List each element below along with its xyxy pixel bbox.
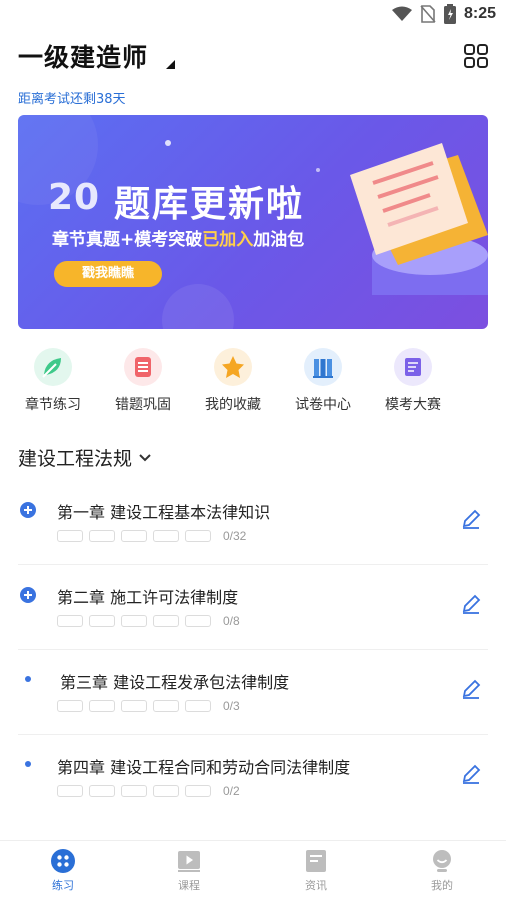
chapter-count: 0/2 bbox=[223, 784, 240, 798]
subject-selector[interactable]: 建设工程法规 bbox=[18, 444, 152, 471]
banner-subtitle-part1: 章节真题+模考突破 bbox=[52, 230, 203, 250]
progress-segment bbox=[185, 615, 211, 627]
chapter-title: 第二章 施工许可法律制度 bbox=[57, 588, 239, 607]
progress-segment bbox=[57, 785, 83, 797]
pencil-icon[interactable] bbox=[460, 593, 482, 615]
progress-segment bbox=[89, 615, 115, 627]
quick-menu-label: 错题巩固 bbox=[115, 397, 171, 413]
subject-label: 建设工程法规 bbox=[18, 448, 133, 470]
news-icon bbox=[304, 849, 328, 873]
chapter-progress: 0/3 bbox=[57, 699, 240, 713]
list-stack-icon bbox=[124, 348, 162, 386]
chapter-row[interactable]: 第三章 建设工程发承包法律制度 0/3 bbox=[18, 650, 488, 735]
quick-menu-paper-center[interactable]: 试卷中心 bbox=[283, 346, 363, 414]
quick-menu-favorites[interactable]: 我的收藏 bbox=[193, 346, 273, 414]
exam-countdown: 距离考试还剩38天 bbox=[18, 92, 126, 107]
quick-menu-label: 章节练习 bbox=[25, 397, 81, 413]
status-icons: 8:25 bbox=[391, 4, 496, 24]
progress-segment bbox=[57, 615, 83, 627]
chapter-progress: 0/32 bbox=[57, 529, 246, 543]
profile-icon bbox=[430, 849, 454, 873]
chapter-progress: 0/2 bbox=[57, 784, 240, 798]
play-icon bbox=[177, 849, 201, 873]
quick-menu-label: 试卷中心 bbox=[295, 397, 351, 413]
pencil-icon[interactable] bbox=[460, 763, 482, 785]
progress-segment bbox=[121, 530, 147, 542]
pencil-icon[interactable] bbox=[460, 678, 482, 700]
wifi-icon bbox=[391, 6, 412, 21]
nav-label: 资讯 bbox=[305, 879, 327, 892]
banner-subtitle-part2: 加油包 bbox=[253, 230, 305, 250]
chevron-down-icon bbox=[139, 453, 151, 461]
nav-tab-courses[interactable]: 课程 bbox=[149, 849, 229, 893]
progress-segment bbox=[89, 700, 115, 712]
progress-segment bbox=[153, 700, 179, 712]
progress-segment bbox=[185, 785, 211, 797]
chapter-count: 0/3 bbox=[223, 699, 240, 713]
progress-segment bbox=[121, 700, 147, 712]
no-sim-icon bbox=[420, 5, 436, 23]
chapter-list: 第一章 建设工程基本法律知识 0/32 第二章 施工许可法律制度 0/8 第三章… bbox=[18, 480, 488, 820]
quick-menu: 章节练习 错题巩固 我的收藏 试卷中心 模考大赛 bbox=[0, 346, 506, 420]
nav-label: 练习 bbox=[52, 879, 74, 892]
expand-plus-icon[interactable] bbox=[20, 502, 36, 518]
star-icon bbox=[214, 348, 252, 386]
nav-label: 课程 bbox=[178, 879, 200, 892]
books-icon bbox=[304, 348, 342, 386]
bottom-navigation: 练习 课程 资讯 我的 bbox=[0, 840, 506, 900]
bullet-dot-icon bbox=[25, 676, 31, 682]
battery-icon bbox=[443, 4, 456, 24]
progress-segment bbox=[89, 530, 115, 542]
banner-year: 20 bbox=[48, 177, 101, 218]
progress-segment bbox=[89, 785, 115, 797]
progress-segment bbox=[185, 530, 211, 542]
progress-segment bbox=[57, 530, 83, 542]
nav-tab-profile[interactable]: 我的 bbox=[402, 849, 482, 893]
practice-icon bbox=[51, 849, 75, 873]
chapter-row[interactable]: 第四章 建设工程合同和劳动合同法律制度 0/2 bbox=[18, 735, 488, 820]
chapter-row[interactable]: 第二章 施工许可法律制度 0/8 bbox=[18, 565, 488, 650]
quick-menu-mock-exam[interactable]: 模考大赛 bbox=[373, 346, 453, 414]
progress-segment bbox=[153, 615, 179, 627]
caret-down-icon[interactable] bbox=[166, 60, 175, 69]
chapter-progress: 0/8 bbox=[57, 614, 240, 628]
chapter-title: 第四章 建设工程合同和劳动合同法律制度 bbox=[57, 758, 351, 777]
expand-plus-icon[interactable] bbox=[20, 587, 36, 603]
status-bar: 8:25 bbox=[0, 0, 506, 28]
banner-subtitle: 章节真题+模考突破已加入加油包 bbox=[52, 225, 304, 250]
clock: 8:25 bbox=[463, 5, 496, 22]
header: 一级建造师 bbox=[18, 38, 488, 78]
grid-menu-icon[interactable] bbox=[464, 44, 488, 68]
quick-menu-wrong-questions[interactable]: 错题巩固 bbox=[103, 346, 183, 414]
chapter-count: 0/8 bbox=[223, 614, 240, 628]
pencil-icon[interactable] bbox=[460, 508, 482, 530]
promo-banner[interactable]: 20 题库更新啦 章节真题+模考突破已加入加油包 戳我瞧瞧 bbox=[18, 115, 488, 329]
chapter-count: 0/32 bbox=[223, 529, 247, 543]
banner-subtitle-highlight: 已加入 bbox=[202, 230, 254, 250]
chapter-row[interactable]: 第一章 建设工程基本法律知识 0/32 bbox=[18, 480, 488, 565]
quick-menu-label: 我的收藏 bbox=[205, 397, 261, 413]
nav-label: 我的 bbox=[431, 879, 453, 892]
quick-menu-chapter-practice[interactable]: 章节练习 bbox=[13, 346, 93, 414]
progress-segment bbox=[153, 785, 179, 797]
progress-segment bbox=[185, 700, 211, 712]
quick-menu-label: 模考大赛 bbox=[385, 397, 441, 413]
banner-headline: 题库更新啦 bbox=[114, 184, 305, 225]
banner-cta-button[interactable]: 戳我瞧瞧 bbox=[54, 261, 162, 287]
chapter-title: 第三章 建设工程发承包法律制度 bbox=[60, 673, 290, 692]
document-illustration-icon bbox=[350, 143, 488, 295]
exam-icon bbox=[394, 348, 432, 386]
nav-tab-practice[interactable]: 练习 bbox=[23, 849, 103, 893]
nav-tab-news[interactable]: 资讯 bbox=[276, 849, 356, 893]
progress-segment bbox=[153, 530, 179, 542]
progress-segment bbox=[121, 615, 147, 627]
exam-title-selector[interactable]: 一级建造师 bbox=[18, 38, 148, 74]
progress-segment bbox=[121, 785, 147, 797]
bullet-dot-icon bbox=[25, 761, 31, 767]
progress-segment bbox=[57, 700, 83, 712]
chapter-title: 第一章 建设工程基本法律知识 bbox=[57, 503, 271, 522]
leaf-pen-icon bbox=[34, 348, 72, 386]
